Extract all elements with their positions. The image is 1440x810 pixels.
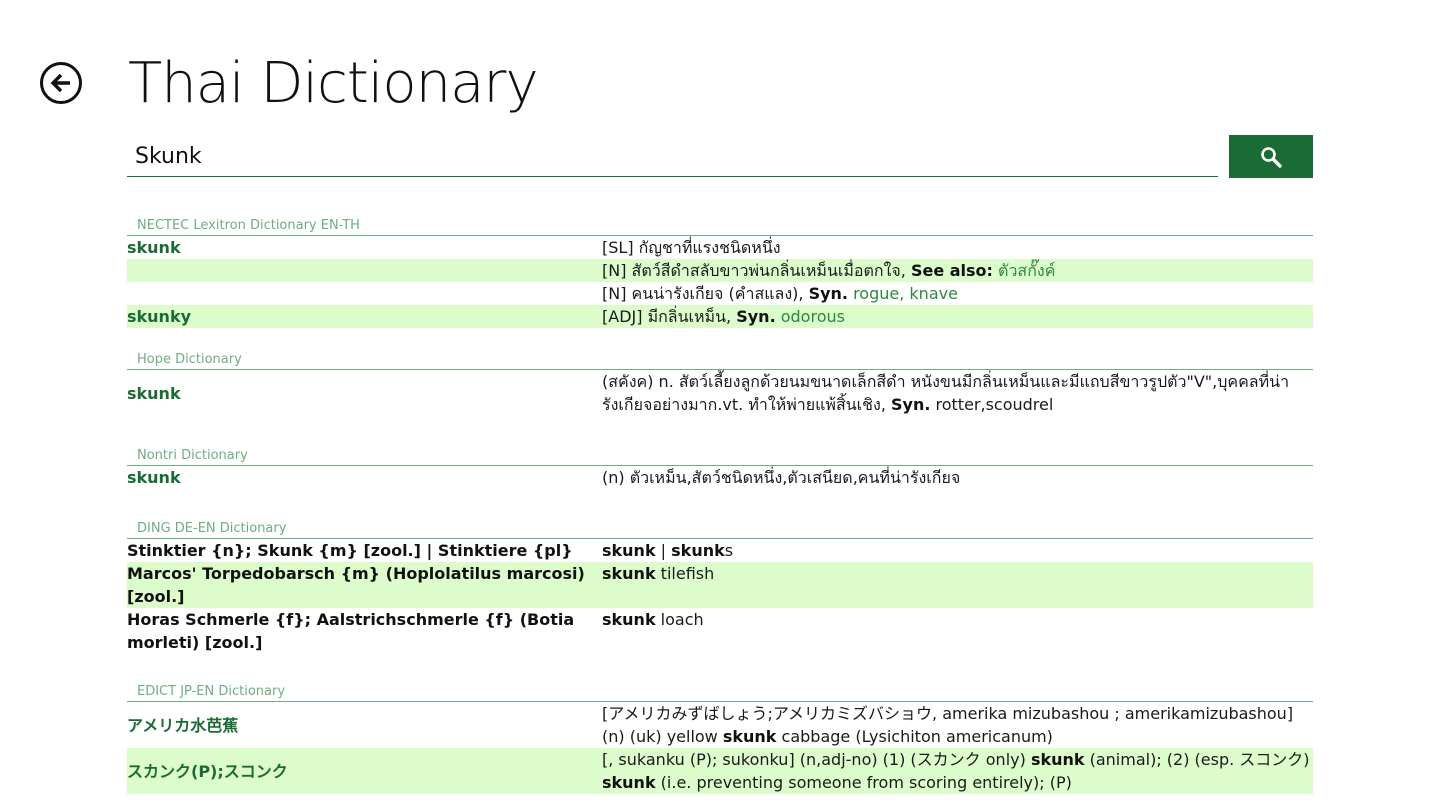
result-row[interactable]: skunk [SL] กัญชาที่แรงชนิดหนึ่ง [127, 236, 1313, 259]
section-title: Nontri Dictionary [127, 446, 1313, 466]
definition-text: กัญชาที่แรงชนิดหนึ่ง [638, 238, 781, 257]
search-icon [1261, 146, 1282, 168]
synonym-label: Syn. [736, 307, 776, 326]
search-button[interactable] [1229, 135, 1313, 178]
definition: [, sukanku (P); sukonku] (n,adj-no) (1) … [602, 748, 1313, 794]
section-title: EDICT JP-EN Dictionary [127, 682, 1313, 702]
definition: skunk loach [602, 608, 1313, 654]
headword: skunk [127, 238, 181, 257]
section-ding: DING DE-EN Dictionary Stinktier {n}; Sku… [127, 519, 1313, 654]
section-edict: EDICT JP-EN Dictionary アメリカ水芭蕉 [アメリカみずばし… [127, 682, 1313, 794]
definition: [ADJ] มีกลิ่นเหม็น, Syn. odorous [602, 305, 1313, 328]
headword: skunk [127, 383, 181, 403]
result-row[interactable]: Marcos' Torpedobarsch {m} (Hoplolatilus … [127, 562, 1313, 608]
page-title: Thai Dictionary [128, 51, 539, 116]
back-button[interactable] [40, 62, 82, 104]
result-row[interactable]: skunky [ADJ] มีกลิ่นเหม็น, Syn. odorous [127, 305, 1313, 328]
synonym-label: Syn. [808, 284, 848, 303]
part-of-speech: [N] [602, 261, 627, 280]
headword: skunk [127, 468, 181, 487]
definition: skunk tilefish [602, 562, 1313, 608]
definition-text: มีกลิ่นเหม็น, [647, 307, 732, 326]
definition-text: loach [655, 610, 704, 629]
result-row[interactable]: skunk (สคังค) n. สัตว์เลี้ยงลูกด้วยนมขนา… [127, 370, 1313, 416]
keyword: skunk [602, 564, 656, 583]
headword: skunky [127, 307, 192, 326]
see-also-label: See also: [910, 261, 993, 280]
definition: [N] คนน่ารังเกียจ (คำสแลง), Syn. rogue, … [602, 282, 1313, 305]
section-nectec: NECTEC Lexitron Dictionary EN-TH skunk [… [127, 216, 1313, 328]
result-row[interactable]: Stinktier {n}; Skunk {m} [zool.] | Stink… [127, 539, 1313, 562]
definition-text: (animal); (2) (esp. スコンク) [1084, 750, 1310, 769]
keyword: skunk [722, 727, 777, 746]
section-title: Hope Dictionary [127, 350, 1313, 370]
headword [127, 259, 602, 282]
synonym-text: rotter,scoudrel [935, 395, 1054, 414]
definition: (สคังค) n. สัตว์เลี้ยงลูกด้วยนมขนาดเล็กส… [602, 370, 1313, 416]
back-arrow-icon [50, 73, 70, 93]
result-row[interactable]: [N] สัตว์สีดำสลับขาวพ่นกลิ่นเหม็นเมื่อตก… [127, 259, 1313, 282]
separator: | [655, 541, 672, 560]
search-input[interactable] [127, 137, 1218, 177]
section-nontri: Nontri Dictionary skunk (n) ตัวเหม็น,สัต… [127, 446, 1313, 489]
definition-text: cabbage (Lysichiton americanum) [776, 727, 1053, 746]
definition: [N] สัตว์สีดำสลับขาวพ่นกลิ่นเหม็นเมื่อตก… [602, 259, 1313, 282]
result-row[interactable]: スカンク(P);スコンク [, sukanku (P); sukonku] (n… [127, 748, 1313, 794]
part-of-speech: [SL] [602, 238, 634, 257]
definition-text: สัตว์สีดำสลับขาวพ่นกลิ่นเหม็นเมื่อตกใจ, [631, 261, 906, 280]
result-row[interactable]: skunk (n) ตัวเหม็น,สัตว์ชนิดหนึ่ง,ตัวเสน… [127, 466, 1313, 489]
keyword: skunk [602, 773, 656, 792]
definition: (n) ตัวเหม็น,สัตว์ชนิดหนึ่ง,ตัวเสนียด,คน… [602, 468, 961, 487]
headword: Horas Schmerle {f}; Aalstrichschmerle {f… [127, 610, 575, 652]
result-row[interactable]: [N] คนน่ารังเกียจ (คำสแลง), Syn. rogue, … [127, 282, 1313, 305]
headword: Marcos' Torpedobarsch {m} (Hoplolatilus … [127, 564, 585, 606]
result-row[interactable]: Horas Schmerle {f}; Aalstrichschmerle {f… [127, 608, 1313, 654]
synonym-link[interactable]: rogue, knave [853, 284, 958, 303]
synonym-label: Syn. [891, 395, 931, 414]
section-hope: Hope Dictionary skunk (สคังค) n. สัตว์เล… [127, 350, 1313, 416]
keyword: skunk [1030, 750, 1085, 769]
headword [127, 282, 602, 305]
result-row[interactable]: アメリカ水芭蕉 [アメリカみずばしょう;アメリカミズバショウ, amerika … [127, 702, 1313, 748]
definition: [SL] กัญชาที่แรงชนิดหนึ่ง [602, 236, 1313, 259]
part-of-speech: [N] [602, 284, 627, 303]
keyword-suffix: s [724, 541, 734, 560]
results-list: NECTEC Lexitron Dictionary EN-TH skunk [… [127, 216, 1313, 794]
definition-text: [, sukanku (P); sukonku] (n,adj-no) (1) … [602, 750, 1031, 769]
definition: skunk | skunks [602, 539, 1313, 562]
section-title: DING DE-EN Dictionary [127, 519, 1313, 539]
headword: スカンク(P);スコンク [127, 761, 288, 781]
related-word-link[interactable]: ตัวสกั๊งค์ [998, 261, 1055, 280]
definition: [アメリカみずばしょう;アメリカミズバショウ, amerika mizubash… [602, 702, 1313, 748]
section-title: NECTEC Lexitron Dictionary EN-TH [127, 216, 1313, 236]
keyword: skunk [602, 610, 656, 629]
part-of-speech: [ADJ] [602, 307, 643, 326]
synonym-link[interactable]: odorous [781, 307, 845, 326]
headword: Stinktier {n}; Skunk {m} [zool.] | Stink… [127, 541, 573, 560]
definition-text: คนน่ารังเกียจ (คำสแลง), [631, 284, 804, 303]
definition-text: tilefish [655, 564, 715, 583]
keyword: skunk [602, 541, 656, 560]
definition-text: (i.e. preventing someone from scoring en… [655, 773, 1072, 792]
keyword: skunk [671, 541, 725, 560]
headword: アメリカ水芭蕉 [127, 715, 239, 735]
